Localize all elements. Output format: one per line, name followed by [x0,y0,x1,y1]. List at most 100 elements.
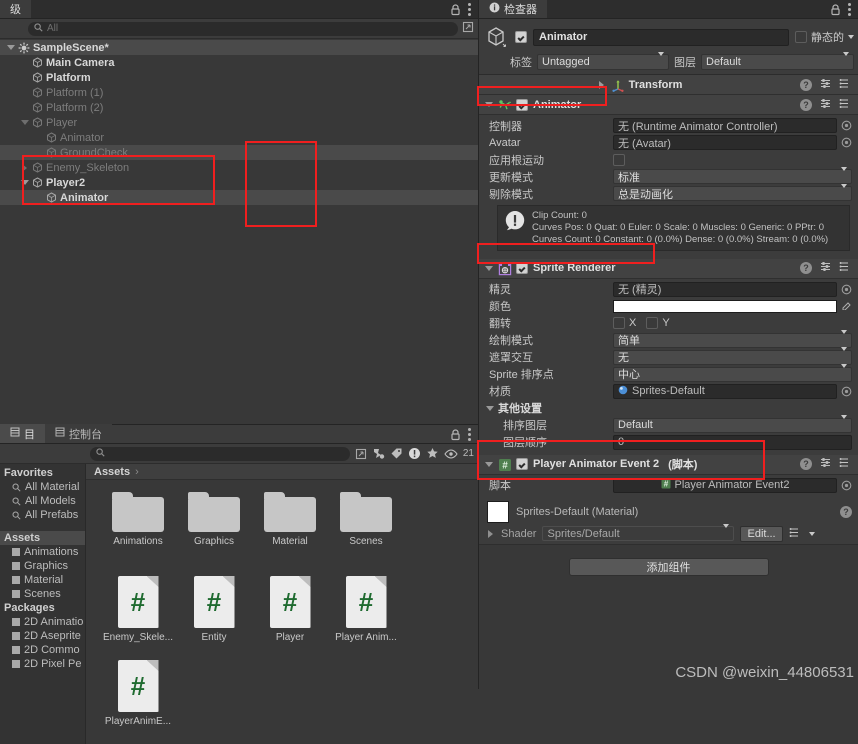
asset-item[interactable]: Material [252,492,328,576]
project-sidebar-item[interactable]: Animations [0,545,85,559]
gameobject-active-checkbox[interactable] [515,31,527,43]
chevron-down-icon[interactable] [808,531,815,536]
property-checkbox[interactable] [613,153,625,166]
color-field[interactable] [613,299,837,313]
lock-icon[interactable] [450,428,461,441]
shader-edit-button[interactable]: Edit... [740,525,783,542]
subheader-foldout-arrow-icon[interactable] [485,404,494,413]
filter-by-type-icon[interactable] [372,447,385,460]
project-sidebar-item[interactable]: All Prefabs [0,508,85,522]
hierarchy-search-input[interactable]: All [28,21,458,36]
object-reference-field[interactable]: 无 (精灵) [613,281,837,297]
project-sidebar-item[interactable]: Scenes [0,587,85,601]
tab-hierarchy[interactable]: 级 [0,0,31,18]
project-sidebar-group[interactable]: Favorites [0,466,85,480]
asset-item[interactable]: Graphics [176,492,252,576]
preset-icon[interactable] [819,77,832,93]
object-picker-icon[interactable] [841,120,852,131]
favorite-filter-icon[interactable] [426,447,439,460]
hierarchy-item[interactable]: Main Camera [0,55,478,70]
component-header[interactable]: # Player Animator Event 2 (脚本)? [479,454,858,475]
preset-icon[interactable] [819,97,832,113]
object-reference-field[interactable]: Sprites-Default [613,383,837,399]
component-context-menu-icon[interactable] [839,97,853,113]
hierarchy-item[interactable]: Platform (1) [0,85,478,100]
hierarchy-tree[interactable]: SampleScene* Main Camera Platform Platform … [0,39,478,424]
material-foldout-arrow-icon[interactable] [487,529,495,538]
component-context-menu-icon[interactable] [839,77,853,93]
project-sidebar-item[interactable]: 2D Aseprite [0,629,85,643]
asset-grid[interactable]: Animations Graphics Material Scenes # Enemy_S… [86,480,478,744]
lock-icon[interactable] [450,3,461,16]
project-sidebar-item[interactable]: 2D Animatio [0,615,85,629]
object-reference-field[interactable]: # Player Animator Event2 [613,477,837,493]
component-context-menu-icon[interactable] [839,260,853,276]
help-icon[interactable]: ? [799,78,812,91]
static-checkbox[interactable] [795,31,807,43]
object-picker-icon[interactable] [841,480,852,491]
expand-arrow-icon[interactable] [20,163,29,172]
property-dropdown[interactable]: 总是动画化 [613,183,852,201]
add-component-button[interactable]: 添加组件 [568,557,769,576]
component-context-menu-icon[interactable] [839,456,853,472]
eyedropper-icon[interactable] [841,299,852,313]
project-sidebar-item[interactable]: All Models [0,494,85,508]
object-reference-field[interactable]: 无 (Avatar) [613,135,837,150]
component-foldout-arrow-icon[interactable] [484,264,493,273]
flip-y-checkbox[interactable] [646,317,659,330]
more-options-icon[interactable] [848,3,851,16]
component-enabled-checkbox[interactable] [516,458,528,471]
asset-item[interactable]: # Entity [176,576,252,660]
preset-icon[interactable] [819,456,832,472]
error-filter-icon[interactable] [408,447,421,460]
component-foldout-arrow-icon[interactable] [484,460,493,469]
more-options-icon[interactable] [468,3,471,16]
asset-item[interactable]: Scenes [328,492,404,576]
more-options-icon[interactable] [468,428,471,441]
tab-console[interactable]: 控制台 [45,424,112,443]
project-sidebar-tree[interactable]: Favorites All Material All Models All Prefa… [0,464,86,744]
static-dropdown-arrow-icon[interactable] [848,35,854,39]
hierarchy-item[interactable]: Platform [0,70,478,85]
hierarchy-item[interactable]: Enemy_Skeleton [0,160,478,175]
static-toggle[interactable]: 静态的 [795,29,854,45]
component-enabled-checkbox[interactable] [516,262,528,275]
hierarchy-item[interactable]: Player [0,115,478,130]
object-picker-icon[interactable] [841,386,852,397]
object-picker-icon[interactable] [841,284,852,295]
property-dropdown[interactable]: 无 [613,347,852,365]
project-search-input[interactable] [90,446,350,461]
property-subheader[interactable]: 其他设置 [479,400,858,417]
tab-project[interactable]: 目 [0,424,45,443]
filter-by-label-icon[interactable] [390,447,403,460]
tag-dropdown[interactable]: Untagged [537,52,669,70]
layer-dropdown[interactable]: Default [701,52,854,70]
project-sidebar-group[interactable]: Packages [0,601,85,615]
breadcrumb[interactable]: Assets › [86,464,478,480]
object-reference-field[interactable]: 无 (Runtime Animator Controller) [613,118,837,133]
project-sidebar-group[interactable]: Assets [0,531,85,545]
visibility-icon[interactable] [444,448,458,459]
hierarchy-item[interactable]: Animator [0,130,478,145]
component-foldout-arrow-icon[interactable] [484,100,493,109]
asset-item[interactable]: # Player Anim... [328,576,404,660]
search-scope-icon[interactable] [355,448,367,460]
property-dropdown[interactable]: Default [613,415,852,433]
asset-item[interactable]: # Enemy_Skele... [100,576,176,660]
property-dropdown[interactable]: 中心 [613,364,852,382]
hierarchy-item[interactable]: Animator [0,190,478,205]
property-dropdown[interactable]: 标准 [613,166,852,184]
asset-item[interactable]: # Player [252,576,328,660]
project-sidebar-item[interactable]: 2D Pixel Pe [0,657,85,671]
preset-icon[interactable] [819,260,832,276]
project-sidebar-item[interactable]: All Material [0,480,85,494]
component-header[interactable]: Sprite Renderer? [479,258,858,279]
shader-dropdown[interactable]: Sprites/Default [542,523,735,542]
component-foldout-arrow-icon[interactable] [597,80,606,89]
project-sidebar-item[interactable]: Graphics [0,559,85,573]
expand-arrow-icon[interactable] [20,118,29,127]
lock-icon[interactable] [830,3,841,16]
help-icon[interactable]: ? [840,505,852,518]
expand-arrow-icon[interactable] [6,43,15,52]
hierarchy-item[interactable]: Platform (2) [0,100,478,115]
